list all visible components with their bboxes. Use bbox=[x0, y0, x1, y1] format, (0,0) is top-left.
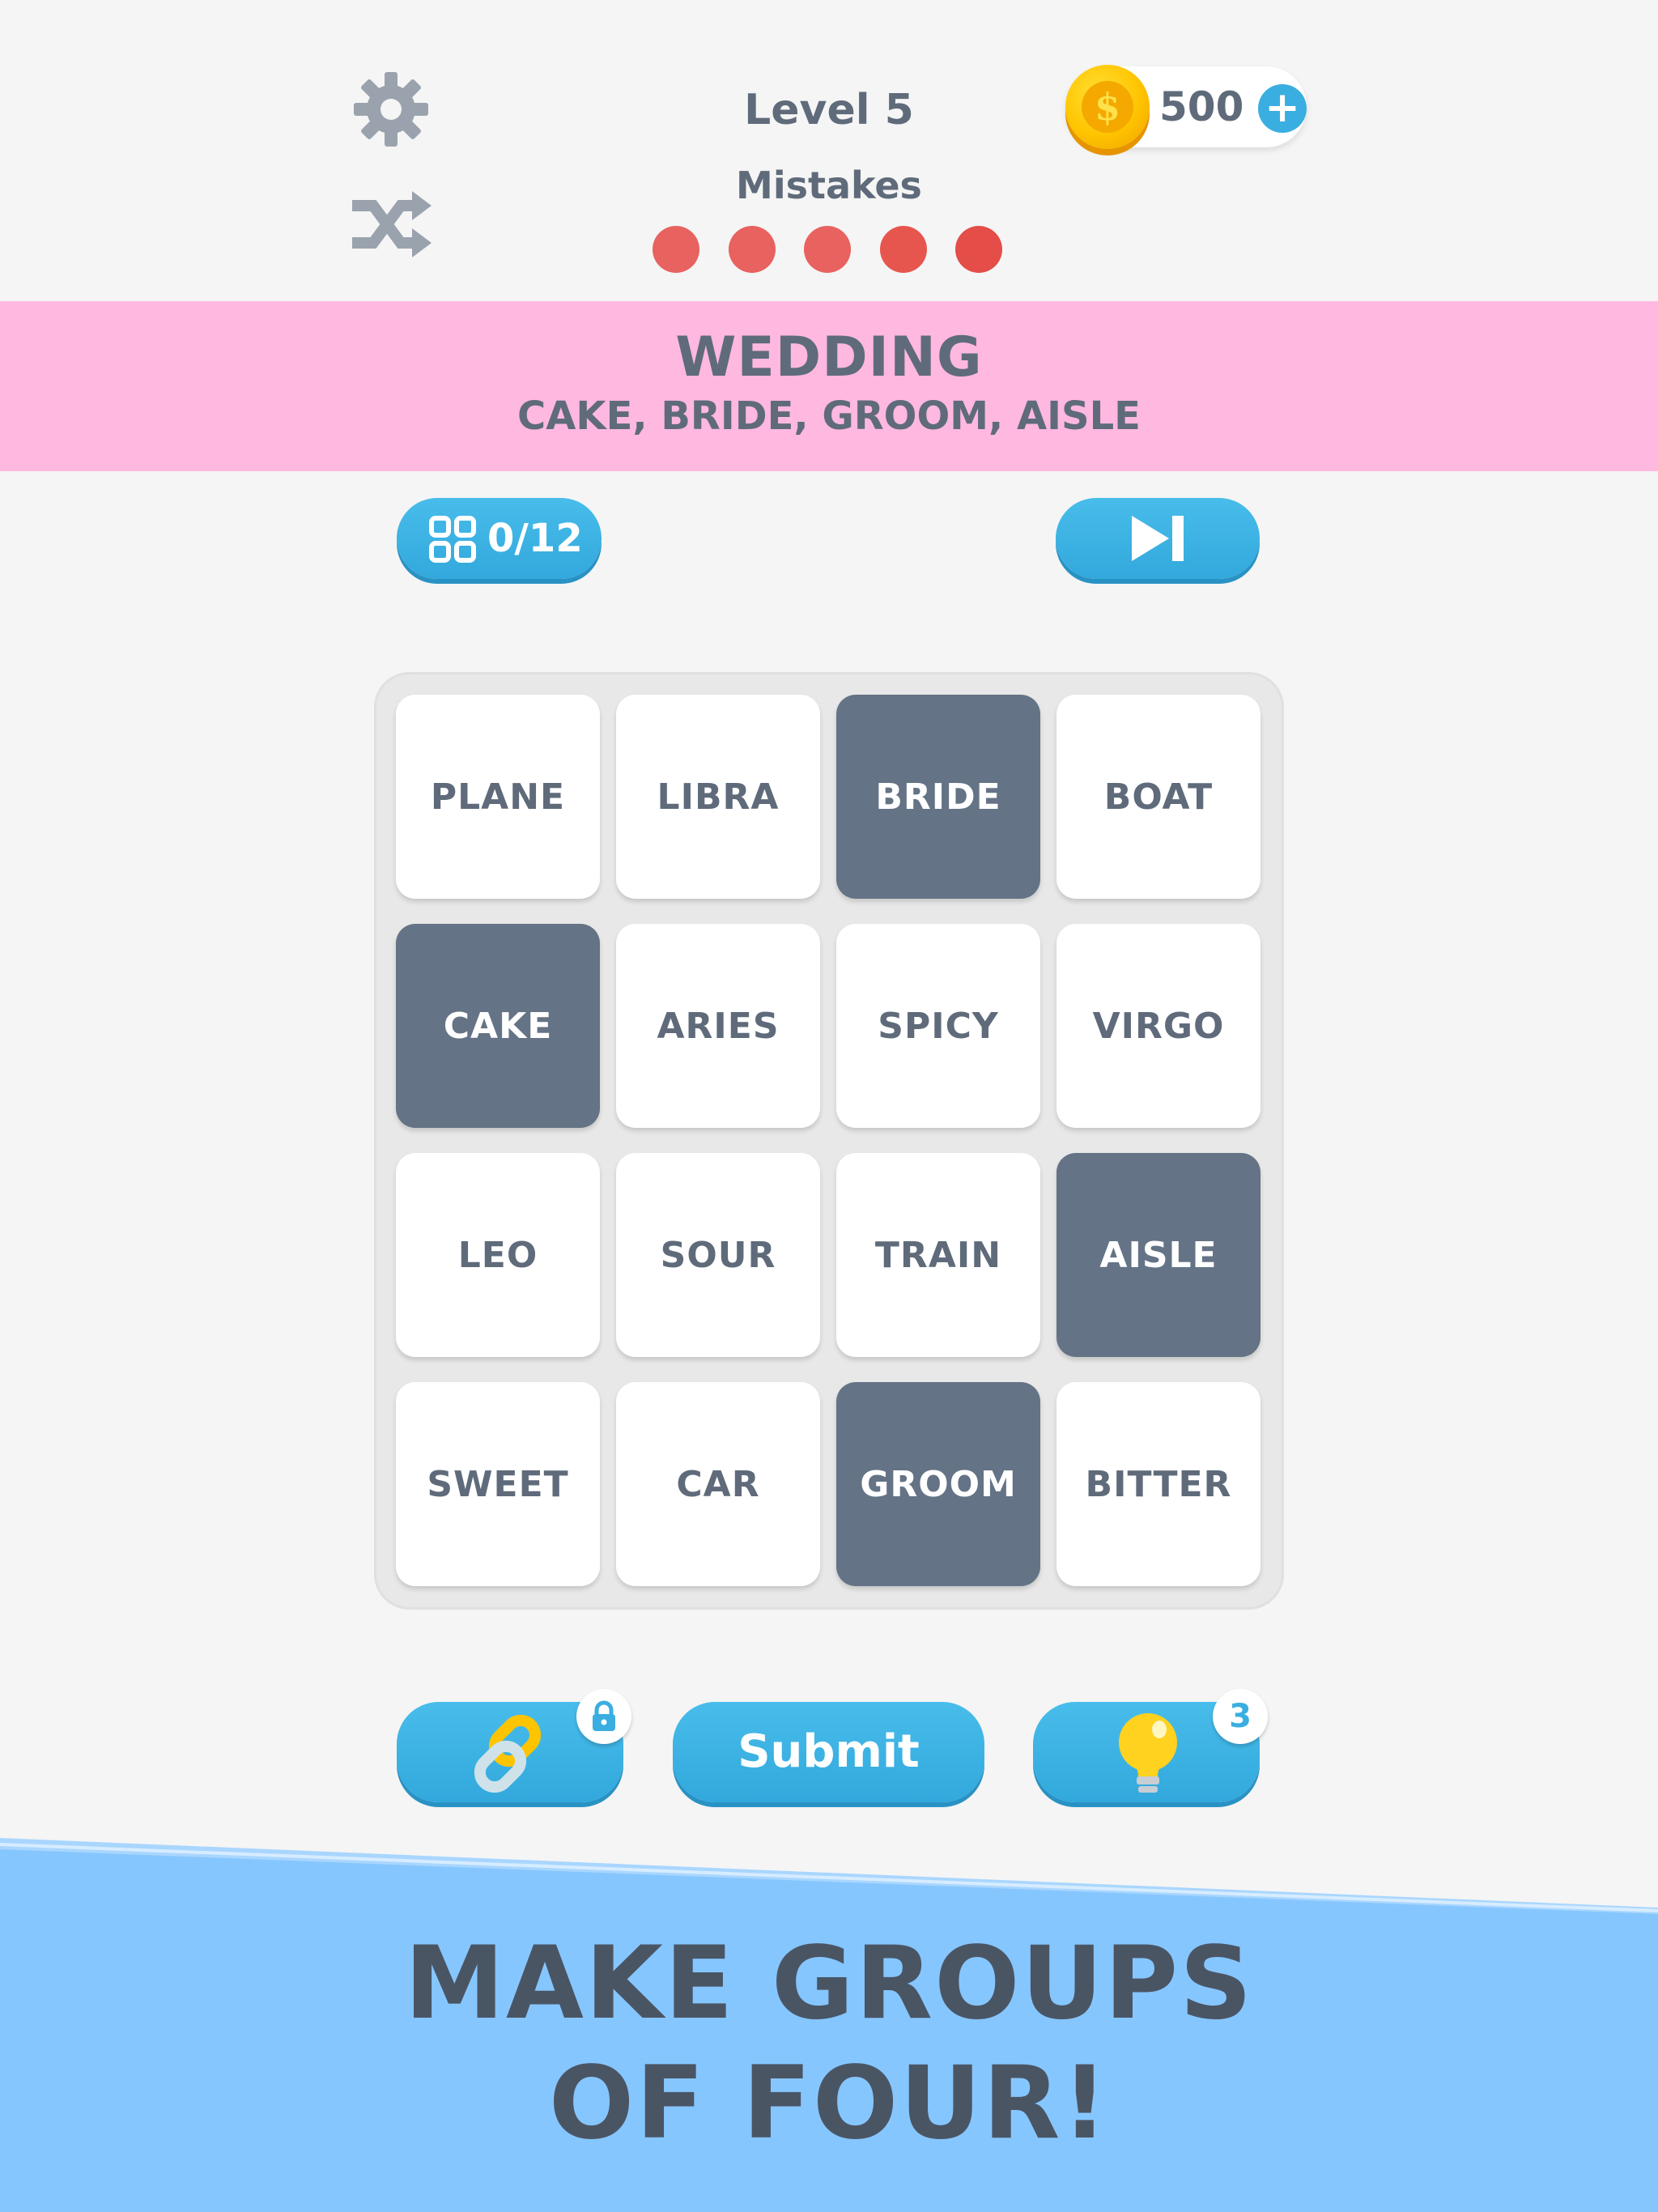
submit-button[interactable]: Submit bbox=[673, 1702, 984, 1802]
word-tile[interactable]: ARIES bbox=[616, 924, 820, 1128]
locked-badge bbox=[576, 1689, 631, 1744]
shuffle-button[interactable] bbox=[346, 180, 436, 269]
word-tile[interactable]: BRIDE bbox=[836, 695, 1040, 899]
word-tile[interactable]: BOAT bbox=[1056, 695, 1261, 899]
word-tile[interactable]: SWEET bbox=[396, 1382, 600, 1586]
word-tile[interactable]: PLANE bbox=[396, 695, 600, 899]
mistake-dot bbox=[879, 226, 927, 273]
solved-group-title: WEDDING bbox=[675, 325, 983, 389]
solved-group-banner: WEDDING CAKE, BRIDE, GROOM, AISLE bbox=[0, 301, 1658, 471]
progress-counter[interactable]: 0/12 bbox=[397, 498, 602, 579]
coin-count: 500 bbox=[1159, 83, 1244, 130]
level-title: Level 5 bbox=[744, 86, 914, 134]
lock-icon bbox=[593, 1700, 615, 1731]
mistake-dot bbox=[955, 226, 1002, 273]
word-tile[interactable]: AISLE bbox=[1056, 1153, 1261, 1357]
chain-link-icon bbox=[474, 1714, 542, 1793]
hint-count-badge: 3 bbox=[1213, 1689, 1268, 1744]
gear-icon bbox=[354, 72, 428, 147]
add-coins-button[interactable]: + bbox=[1258, 84, 1307, 133]
coin-icon: $ bbox=[1065, 65, 1150, 149]
solved-group-words: CAKE, BRIDE, GROOM, AISLE bbox=[517, 393, 1141, 439]
submit-label: Submit bbox=[738, 1725, 920, 1778]
progress-label: 0/12 bbox=[487, 516, 583, 561]
word-tile[interactable]: GROOM bbox=[836, 1382, 1040, 1586]
mistakes-remaining-indicator bbox=[653, 226, 1002, 273]
mistake-dot bbox=[653, 226, 699, 273]
skip-icon bbox=[1132, 516, 1184, 561]
word-tile[interactable]: SPICY bbox=[836, 924, 1040, 1128]
mistake-dot bbox=[728, 226, 776, 273]
word-grid: PLANE LIBRA BRIDE BOAT CAKE ARIES SPICY VIRGO LE… bbox=[374, 672, 1284, 1610]
hint-button[interactable]: 3 bbox=[1033, 1689, 1268, 1802]
promo-headline-line2: OF FOUR! bbox=[548, 2045, 1110, 2162]
word-tile[interactable]: LEO bbox=[396, 1153, 600, 1357]
mistakes-label: Mistakes bbox=[736, 164, 922, 207]
skip-button[interactable] bbox=[1056, 498, 1260, 579]
word-tile[interactable]: SOUR bbox=[616, 1153, 820, 1357]
grid-icon bbox=[429, 516, 476, 563]
word-tile[interactable]: CAKE bbox=[396, 924, 600, 1128]
coin-symbol: $ bbox=[1082, 81, 1133, 133]
settings-button[interactable] bbox=[346, 65, 436, 154]
word-tile[interactable]: CAR bbox=[616, 1382, 820, 1586]
coin-balance: $ 500 + bbox=[1065, 65, 1307, 149]
word-tile[interactable]: LIBRA bbox=[616, 695, 820, 899]
word-tile[interactable]: TRAIN bbox=[836, 1153, 1040, 1357]
connect-powerup-button[interactable] bbox=[397, 1689, 631, 1802]
word-tile[interactable]: BITTER bbox=[1056, 1382, 1261, 1586]
shuffle-icon bbox=[352, 191, 432, 257]
word-tile[interactable]: VIRGO bbox=[1056, 924, 1261, 1128]
promo-headline-line1: MAKE GROUPS bbox=[404, 1925, 1254, 2042]
lightbulb-icon bbox=[1119, 1713, 1177, 1793]
mistake-dot bbox=[804, 226, 851, 273]
